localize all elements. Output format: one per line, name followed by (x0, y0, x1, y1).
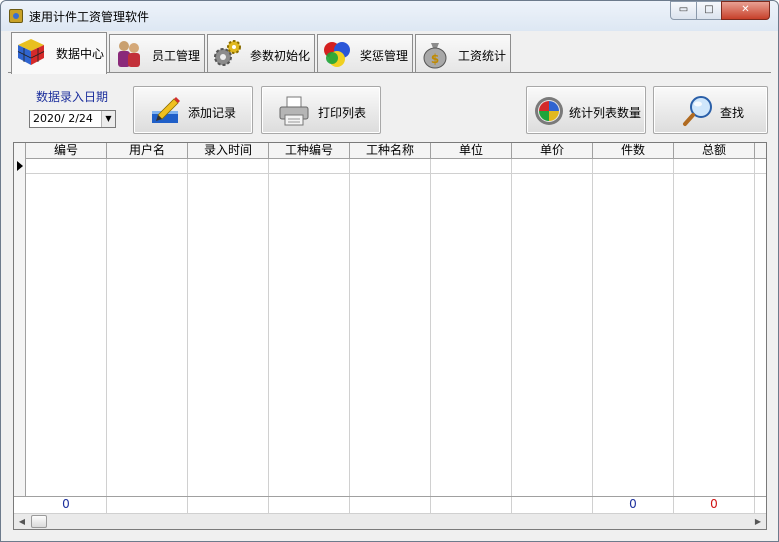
scroll-thumb[interactable] (31, 515, 47, 528)
add-record-button[interactable]: 添加记录 (133, 86, 253, 134)
add-record-label: 添加记录 (188, 106, 237, 120)
column-header[interactable]: 总额 (674, 143, 755, 159)
grid-column (350, 159, 431, 496)
tab-rewards[interactable]: 奖惩管理 (317, 34, 413, 72)
maximize-button[interactable]: □ (696, 1, 722, 20)
magnifier-icon (683, 96, 712, 126)
table-row[interactable] (26, 173, 766, 174)
column-header[interactable]: 工种编号 (269, 143, 350, 159)
tab-label: 工资统计 (458, 49, 507, 63)
tab-employees[interactable]: 员工管理 (109, 34, 205, 72)
footer-cell (431, 497, 512, 513)
tab-label: 参数初始化 (250, 49, 311, 63)
footer-amount-total: 0 (674, 497, 755, 513)
svg-text:$: $ (431, 52, 439, 66)
date-picker[interactable]: 2020/ 2/24 ▼ (29, 110, 116, 128)
row-indicator-column (14, 143, 26, 496)
tab-label: 奖惩管理 (360, 49, 409, 63)
horizontal-scrollbar[interactable]: ◀ ▶ (14, 513, 766, 529)
footer-cell (188, 497, 269, 513)
records-grid[interactable]: 编号 用户名 录入时间 工种编号 工种名称 单位 单价 件数 总额 0 0 0 … (13, 142, 767, 530)
search-button[interactable]: 查找 (653, 86, 768, 134)
footer-pieces-total: 0 (593, 497, 674, 513)
column-header[interactable]: 编号 (26, 143, 107, 159)
rubik-cube-icon (17, 39, 45, 65)
tab-data-center[interactable]: 数据中心 (11, 32, 107, 74)
tab-label: 数据中心 (56, 47, 105, 61)
current-row-arrow-icon (17, 161, 23, 171)
minimize-icon: ▭ (678, 4, 689, 15)
scroll-right-icon[interactable]: ▶ (750, 514, 766, 529)
print-list-button[interactable]: 打印列表 (261, 86, 381, 134)
grid-column (593, 159, 674, 496)
colored-circles-icon (324, 42, 350, 67)
footer-cell (350, 497, 431, 513)
footer-cell (512, 497, 593, 513)
tab-divider (8, 72, 771, 73)
printer-icon (279, 96, 309, 126)
chevron-down-icon[interactable]: ▼ (101, 111, 115, 127)
money-bag-icon: $ (423, 43, 447, 69)
tab-parameters[interactable]: 参数初始化 (207, 34, 315, 72)
close-button[interactable]: ✕ (721, 1, 770, 20)
count-stats-button[interactable]: 统计列表数量 (526, 86, 646, 134)
window-title: 速用计件工资管理软件 (29, 10, 150, 24)
stats-disc-icon (535, 97, 563, 125)
footer-count-cell: 0 (26, 497, 107, 513)
title-bar[interactable]: 速用计件工资管理软件 ▭ □ ✕ (1, 1, 778, 31)
column-header[interactable]: 用户名 (107, 143, 188, 159)
column-header-filler (755, 143, 766, 159)
date-label: 数据录入日期 (36, 90, 109, 104)
scroll-left-icon[interactable]: ◀ (14, 514, 30, 529)
client-area: 数据中心 员工管理 参数初始化 奖惩管理 $ 工资统计 数据录入日期 2020/… (8, 31, 771, 536)
search-label: 查找 (720, 106, 745, 120)
close-icon: ✕ (741, 4, 750, 15)
column-header[interactable]: 工种名称 (350, 143, 431, 159)
column-header[interactable]: 单位 (431, 143, 512, 159)
column-header[interactable]: 件数 (593, 143, 674, 159)
tab-salary-stats[interactable]: $ 工资统计 (415, 34, 511, 72)
grid-column (188, 159, 269, 496)
print-list-label: 打印列表 (318, 106, 367, 120)
app-icon (9, 9, 23, 23)
minimize-button[interactable]: ▭ (670, 1, 697, 20)
grid-column (269, 159, 350, 496)
grid-column (512, 159, 593, 496)
grid-column (107, 159, 188, 496)
column-header[interactable]: 单价 (512, 143, 593, 159)
pencil-edit-icon (152, 97, 180, 123)
grid-column (26, 159, 107, 496)
column-header[interactable]: 录入时间 (188, 143, 269, 159)
footer-cell (269, 497, 350, 513)
tab-label: 员工管理 (152, 49, 201, 63)
users-icon (118, 41, 140, 67)
totals-footer: 0 0 0 (14, 496, 766, 513)
date-value: 2020/ 2/24 (33, 112, 93, 125)
count-stats-label: 统计列表数量 (569, 106, 642, 120)
gears-icon (214, 40, 241, 66)
main-window: 速用计件工资管理软件 ▭ □ ✕ 数据中心 员工管理 参数初始化 奖惩管理 $ … (0, 0, 779, 542)
grid-column (674, 159, 755, 496)
grid-column (431, 159, 512, 496)
footer-cell (107, 497, 188, 513)
maximize-icon: □ (704, 4, 714, 15)
